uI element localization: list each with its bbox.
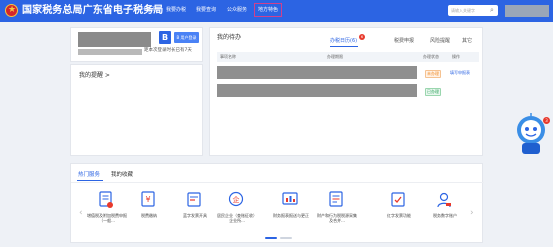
search-input[interactable]: 请输入关键字 ⌕: [448, 5, 498, 16]
svg-text:企: 企: [233, 195, 240, 204]
site-title[interactable]: 国家税务总局广东省电子税务局: [22, 3, 163, 18]
service-item-red-invoice[interactable]: 红字发票功能: [379, 191, 419, 233]
status-badge: 未办理: [425, 70, 441, 78]
tab-favorites[interactable]: 我的收藏: [111, 171, 133, 179]
service-item-digital-account[interactable]: 税务数字账户: [425, 191, 465, 233]
prev-arrow-icon[interactable]: ‹: [79, 208, 83, 218]
next-arrow-icon[interactable]: ›: [470, 208, 474, 218]
assistant-badge: 3: [543, 117, 550, 124]
todo-table-header: 事项名称 办理期限 办理状态 操作: [217, 52, 479, 62]
col-action: 操作: [452, 54, 460, 59]
services-active-indicator: [77, 180, 103, 181]
reminder-card: 我的提醒 >: [70, 64, 203, 156]
service-label: 财务报表报送与更正: [273, 213, 309, 218]
col-deadline: 办理期限: [327, 54, 343, 59]
service-label: 蓝字发票开具: [183, 213, 207, 218]
emblem-icon: ★: [5, 4, 18, 17]
invoice-icon: [187, 192, 201, 207]
service-item-payment[interactable]: ¥ 税费缴纳: [129, 191, 169, 233]
payment-icon: ¥: [141, 191, 155, 207]
enterprise-icon: 企: [228, 191, 244, 207]
nav-item-public[interactable]: 公众服务: [227, 5, 247, 16]
reminder-title[interactable]: 我的提醒 >: [79, 72, 110, 80]
user-card: B B 用户登录 距本次登录时长已有7天: [70, 27, 203, 62]
nav-item-local[interactable]: 地方特色: [254, 3, 283, 17]
active-tab-indicator: [330, 46, 358, 47]
carousel-dot[interactable]: [280, 237, 292, 239]
account-icon: [437, 192, 451, 208]
nav-item-home[interactable]: 首页: [146, 5, 156, 16]
service-label: 红字发票功能: [387, 213, 411, 218]
services-card: 热门服务 我的收藏 ‹ › 增值税及附加税费申报（一般... ¥ 税费缴纳 蓝字…: [70, 163, 484, 243]
search-icon[interactable]: ⌕: [490, 6, 494, 15]
company-name-redacted: [78, 32, 151, 47]
fill-declaration-link[interactable]: 填写申报表: [450, 70, 470, 76]
service-item-blue-invoice[interactable]: 蓝字发票开具: [175, 191, 215, 233]
service-item-enterprise-tax[interactable]: 企 居民企业（查账征收）企业所...: [217, 191, 257, 233]
nav-item-query[interactable]: 我要查询: [196, 5, 216, 16]
svg-text:¥: ¥: [145, 195, 150, 204]
red-invoice-icon: [391, 192, 405, 207]
tab-other[interactable]: 其它: [462, 38, 472, 45]
todo-count-badge: 6: [359, 34, 365, 40]
divider: [71, 182, 484, 183]
assistant-robot[interactable]: 3: [514, 112, 550, 158]
property-icon: [329, 191, 343, 207]
tax-form-icon: [99, 191, 113, 208]
service-label: 居民企业（查账征收）企业所...: [217, 213, 257, 223]
top-header: ★ 国家税务总局广东省电子税务局 首页 我要办税 我要查询 公众服务 地方特色 …: [0, 0, 553, 22]
col-name: 事项名称: [220, 54, 236, 59]
service-label: 税务数字账户: [433, 213, 457, 218]
col-status: 办理状态: [423, 54, 439, 59]
user-menu-redacted[interactable]: [505, 5, 549, 17]
login-duration-text: 距本次登录时长已有7天: [144, 48, 192, 53]
service-label: 财产和行为税税源采集及合并...: [317, 213, 357, 223]
tab-tax-declare[interactable]: 税费申报: [394, 38, 414, 45]
report-icon: [282, 192, 298, 205]
service-label: 增值税及附加税费申报（一般...: [87, 213, 127, 223]
service-item-financial-report[interactable]: 财务报表报送与更正: [271, 191, 311, 233]
tab-hot-services[interactable]: 热门服务: [78, 171, 100, 179]
todo-card: 我的待办 办税日历(6) 6 税费申报 风险提醒 其它 事项名称 办理期限 办理…: [209, 27, 483, 156]
service-item-property-tax[interactable]: 财产和行为税税源采集及合并...: [317, 191, 357, 233]
tab-tax-calendar[interactable]: 办税日历(6): [330, 38, 357, 45]
carousel-dot-active[interactable]: [265, 237, 277, 239]
b-badge-icon: B: [159, 31, 171, 44]
table-row-redacted: [217, 84, 417, 97]
status-badge: 已办理: [425, 88, 441, 96]
nav-item-handle[interactable]: 我要办税: [166, 5, 186, 16]
search-placeholder: 请输入关键字: [451, 8, 475, 13]
todo-title: 我的待办: [217, 34, 242, 41]
tab-risk[interactable]: 风险提醒: [430, 38, 450, 45]
table-row-redacted: [217, 66, 417, 79]
service-item-vat[interactable]: 增值税及附加税费申报（一般...: [87, 191, 127, 233]
service-label: 税费缴纳: [141, 213, 157, 218]
login-button[interactable]: B 用户登录: [174, 32, 199, 43]
tax-id-redacted: [78, 49, 142, 55]
login-button-label: B 用户登录: [176, 35, 197, 40]
